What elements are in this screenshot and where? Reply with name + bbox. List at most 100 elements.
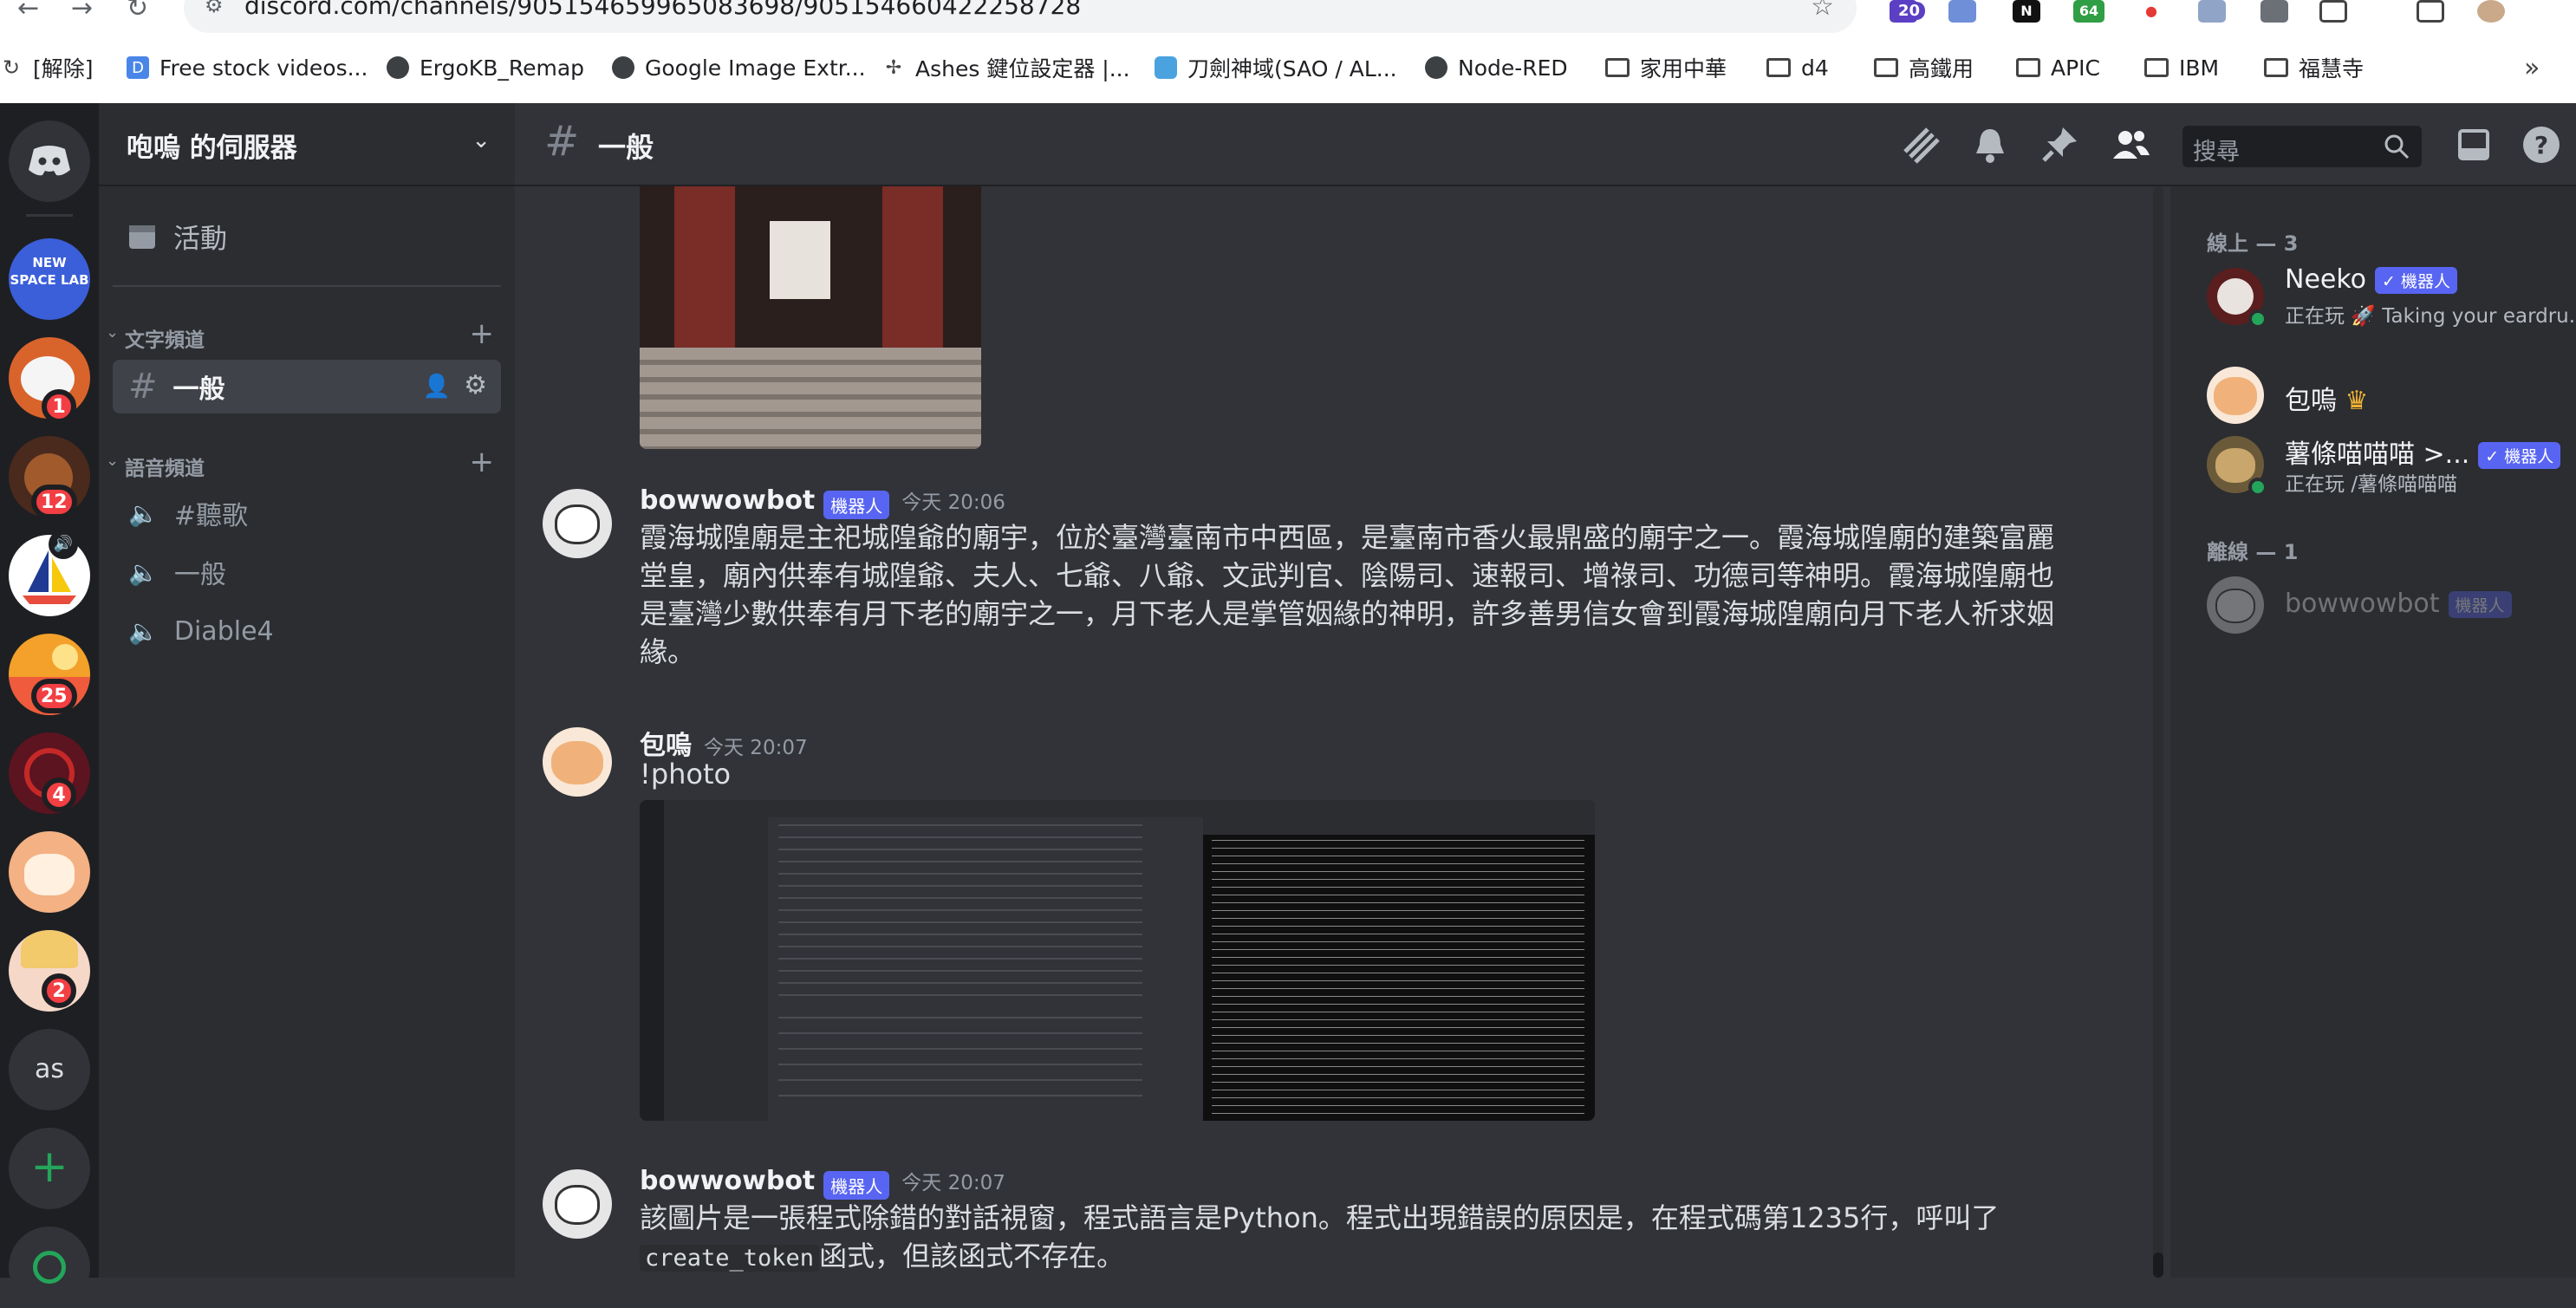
side-panel-icon[interactable] (2417, 0, 2444, 23)
bookmark-star-icon[interactable]: ☆ (1811, 0, 1834, 22)
avatar[interactable] (543, 727, 612, 797)
guild-new-space-lab[interactable]: NEW SPACE LAB (9, 238, 90, 320)
message-header: bowwowbot 機器人 今天 20:06 (640, 485, 1005, 519)
invite-icon[interactable]: 👤 (423, 374, 451, 400)
add-channel-icon[interactable]: + (470, 316, 495, 351)
bookmark-folder[interactable]: 家用中華 (1605, 48, 1727, 88)
voice-channel-item[interactable]: 🔈 #聽歌 (113, 486, 501, 540)
add-channel-icon[interactable]: + (470, 445, 495, 479)
bookmark-item[interactable]: ↻ [解除] (0, 48, 94, 88)
discord-logo-icon (29, 146, 70, 176)
author-name[interactable]: bowwowbot (640, 485, 815, 516)
message: bowwowbot 機器人 今天 20:06 霞海城隍廟是主祀城隍爺的廟宇，位於臺灣… (515, 485, 2170, 676)
folder-icon (1766, 58, 1791, 77)
search-placeholder: 搜尋 (2193, 139, 2240, 166)
bot-badge: ✓ 機器人 (2375, 267, 2457, 294)
bookmark-label: IBM (2179, 55, 2220, 81)
address-bar[interactable]: ⚙ discord.com/channels/90515465996508369… (184, 0, 1857, 33)
voice-channel-item[interactable]: 🔈 一般 (113, 545, 501, 599)
bell-icon[interactable] (1969, 124, 2011, 166)
member-name: 包嗚 ♛ (2285, 386, 2369, 416)
scrollbar-thumb[interactable] (2153, 1253, 2163, 1278)
globe-icon (612, 56, 634, 79)
avatar[interactable] (543, 1169, 612, 1239)
bookmark-item[interactable]: ErgoKB_Remap (387, 48, 584, 88)
bookmark-item[interactable]: 刀劍神域(SAO / AL... (1155, 48, 1397, 88)
gear-icon[interactable]: ⚙ (464, 370, 487, 400)
url-text: discord.com/channels/905154659965083698/… (244, 0, 1082, 20)
calendar-icon (129, 225, 155, 249)
translate-extension-icon[interactable] (1948, 0, 1976, 23)
message-content: 該圖片是一張程式除錯的對話視窗，程式語言是Python。程式出現錯誤的原因是，在… (640, 1199, 2156, 1278)
bookmark-label: 福慧寺 (2299, 56, 2365, 81)
guild-icon[interactable] (9, 831, 90, 913)
message-line: 霞海城隍廟是主祀城隍爺的廟宇，位於臺灣臺南市中西區，是臺南市香火最鼎盛的廟宇之一… (640, 521, 2055, 554)
avatar (2207, 576, 2264, 634)
bookmark-item[interactable]: Google Image Extr... (612, 48, 866, 88)
home-button[interactable] (9, 120, 90, 202)
guild-label: NEW SPACE LAB (10, 255, 89, 288)
extension-64-icon[interactable]: 64 (2073, 0, 2104, 23)
more-bookmarks-button[interactable]: » (2524, 48, 2540, 88)
image-attachment[interactable] (640, 800, 1595, 1121)
timestamp: 今天 20:06 (901, 491, 1005, 514)
voice-channel-item[interactable]: 🔈 Diable4 (113, 604, 501, 658)
bookmark-folder[interactable]: IBM (2144, 48, 2219, 88)
server-header[interactable]: 咆嗚 的伺服器 ⌄ (99, 103, 515, 186)
search-input[interactable]: 搜尋 (2182, 126, 2422, 167)
help-icon[interactable]: ? (2521, 124, 2562, 166)
crown-icon: ♛ (2345, 386, 2369, 416)
bookmark-item[interactable]: ✢ Ashes 鍵位設定器 |... (882, 48, 1130, 88)
avatar[interactable] (543, 489, 612, 558)
bookmark-folder[interactable]: APIC (2016, 48, 2100, 88)
member-item[interactable]: 包嗚 ♛ (2207, 363, 2571, 433)
bookmark-folder[interactable]: d4 (1766, 48, 1829, 88)
category-label: 文字頻道 (125, 329, 205, 352)
pin-icon[interactable] (2039, 124, 2080, 166)
speaker-icon: 🔈 (128, 616, 159, 646)
ashes-icon: ✢ (885, 56, 902, 79)
member-item[interactable]: bowwowbot 機器人 (2207, 573, 2571, 642)
bookmarks-bar: ↻ [解除] D Free stock videos... ErgoKB_Rem… (0, 48, 2576, 88)
explore-servers-button[interactable] (9, 1227, 90, 1308)
add-server-button[interactable]: + (9, 1128, 90, 1209)
category-text-channels[interactable]: ⌄ 文字頻道 + (99, 316, 515, 352)
member-list-icon[interactable] (2110, 124, 2151, 166)
profile-avatar[interactable] (2477, 0, 2505, 23)
separator (26, 214, 73, 217)
offline-category: 離線 — 1 (2207, 540, 2299, 564)
reload-icon[interactable]: ↻ (127, 0, 148, 24)
guild-as[interactable]: as (9, 1029, 90, 1110)
bot-badge: 機器人 (2448, 591, 2512, 618)
message-line: 堂皇，廟內供奉有城隍爺、夫人、七爺、八爺、文武判官、陰陽司、速報司、增祿司、功德… (640, 559, 2055, 592)
puzzle-extension-icon[interactable] (2319, 0, 2347, 23)
events-item[interactable]: 活動 (113, 209, 501, 263)
folder-icon (1874, 58, 1898, 77)
chevron-down-icon: ⌄ (472, 127, 491, 153)
member-item[interactable]: 薯條喵喵喵 >... ✓ 機器人 正在玩 /薯條喵喵喵 (2207, 433, 2571, 502)
author-name[interactable]: bowwowbot (640, 1166, 815, 1196)
unread-badge: 25 (31, 679, 77, 713)
bookmark-folder[interactable]: 高鐵用 (1874, 48, 1974, 88)
channel-name: 一般 (172, 374, 225, 405)
inline-code: create_token (640, 1245, 820, 1272)
notion-extension-icon[interactable]: N (2013, 0, 2040, 23)
channel-item-general[interactable]: # 一般 👤 ⚙ (113, 360, 501, 413)
extension-icon[interactable] (2198, 0, 2226, 23)
threads-icon[interactable] (1898, 124, 1940, 166)
site-info-icon[interactable]: ⚙ (205, 0, 224, 17)
back-icon[interactable]: ← (17, 0, 39, 24)
bookmark-folder[interactable]: 福慧寺 (2264, 48, 2364, 88)
member-item[interactable]: Neeko ✓ 機器人 正在玩 🚀 Taking your eardru... (2207, 264, 2576, 334)
inbox-icon[interactable] (2453, 124, 2495, 166)
scrollbar-track[interactable] (2153, 186, 2163, 1278)
bookmark-item[interactable]: Node-RED (1425, 48, 1568, 88)
temple-photo[interactable] (640, 186, 981, 449)
unread-badge: 1 (42, 389, 76, 424)
member-list: 線上 — 3 Neeko ✓ 機器人 正在玩 🚀 Taking your eard… (2170, 186, 2576, 1278)
record-extension-icon[interactable]: ● (2137, 0, 2165, 23)
bookmark-item[interactable]: D Free stock videos... (127, 48, 368, 88)
extension-icon[interactable] (2261, 0, 2288, 23)
category-voice-channels[interactable]: ⌄ 語音頻道 + (99, 445, 515, 480)
forward-icon[interactable]: → (71, 0, 93, 24)
